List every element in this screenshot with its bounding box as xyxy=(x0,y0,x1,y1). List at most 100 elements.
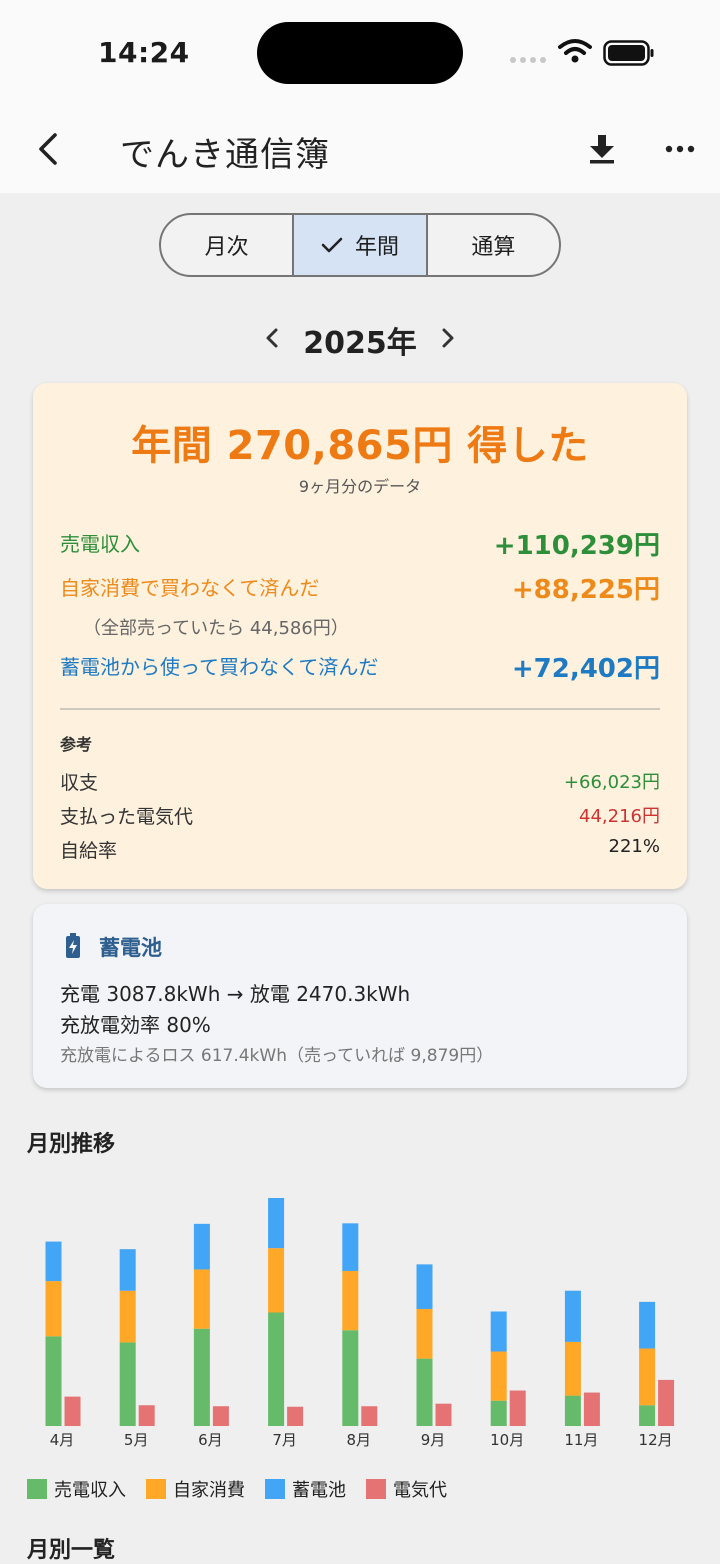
battery-card-title: 蓄電池 xyxy=(99,936,162,960)
legend-label: 蓄電池 xyxy=(292,1480,346,1501)
bar-electricity-cost xyxy=(138,1405,155,1426)
bar-self-consumption xyxy=(119,1290,136,1343)
bar-self-consumption xyxy=(268,1248,285,1313)
legend-swatch xyxy=(366,1479,386,1499)
x-tick-label: 11月 xyxy=(564,1431,598,1449)
bar-battery xyxy=(564,1290,581,1342)
bar-electricity-cost xyxy=(212,1406,229,1426)
x-tick-label: 5月 xyxy=(124,1431,149,1449)
bar-self-consumption xyxy=(342,1270,359,1331)
bar-electricity-cost xyxy=(287,1406,304,1426)
bar-sale xyxy=(45,1336,62,1426)
app-bar: でんき通信簿 xyxy=(0,105,720,193)
bar-electricity-cost xyxy=(435,1403,452,1426)
segment-label: 月次 xyxy=(204,235,249,260)
bar-battery xyxy=(416,1264,433,1309)
segment-label: 通算 xyxy=(471,235,516,260)
x-tick-label: 12月 xyxy=(639,1431,673,1449)
bar-sale xyxy=(564,1395,581,1426)
download-icon xyxy=(590,135,614,164)
battery-icon xyxy=(603,40,654,66)
self-sufficiency-row: 自給率 221% xyxy=(60,836,660,862)
dynamic-island xyxy=(257,22,463,84)
chevron-left-icon xyxy=(39,133,57,165)
status-bar: 14:24 xyxy=(0,0,720,105)
bar-sale xyxy=(119,1342,136,1426)
bar-self-consumption xyxy=(45,1281,62,1337)
balance-row: 収支 +66,023円 xyxy=(60,768,660,794)
bar-electricity-cost xyxy=(64,1396,81,1426)
bar-sale xyxy=(342,1330,359,1426)
battery-charging-icon xyxy=(66,933,80,958)
legend-swatch xyxy=(265,1479,285,1499)
self-sufficiency-value: 221% xyxy=(608,836,660,857)
x-tick-label: 10月 xyxy=(490,1431,524,1449)
bar-self-consumption xyxy=(564,1341,581,1396)
x-tick-label: 8月 xyxy=(347,1431,372,1449)
next-year-button[interactable] xyxy=(432,320,464,356)
back-button[interactable] xyxy=(28,127,68,171)
legend-swatch xyxy=(27,1479,47,1499)
legend-label: 電気代 xyxy=(393,1480,447,1501)
bar-sale xyxy=(639,1405,656,1426)
status-time: 14:24 xyxy=(98,36,190,69)
bar-self-consumption xyxy=(639,1348,656,1406)
previous-year-button[interactable] xyxy=(256,320,288,356)
monthly-list-title: 月別一覧 xyxy=(27,1538,116,1563)
charge-discharge-text: 充電 3087.8kWh → 放電 2470.3kWh xyxy=(60,982,411,1006)
battery-savings-label: 蓄電池から使って買わなくて済んだ xyxy=(60,655,379,679)
bar-battery xyxy=(639,1301,656,1349)
self-consumption-value: +88,225円 xyxy=(511,575,660,605)
bar-electricity-cost xyxy=(361,1406,378,1426)
legend-label: 売電収入 xyxy=(54,1480,126,1501)
balance-label: 収支 xyxy=(60,772,99,794)
legend-item-self: 自家消費 xyxy=(146,1476,245,1502)
bar-battery xyxy=(490,1311,507,1352)
bar-battery xyxy=(193,1223,210,1270)
efficiency-text: 充放電効率 80% xyxy=(60,1013,211,1037)
segment-label: 年間 xyxy=(354,235,399,260)
x-tick-label: 7月 xyxy=(272,1431,297,1449)
sale-income-value: +110,239円 xyxy=(493,531,660,561)
self-consumption-row: 自家消費で買わなくて済んだ +88,225円 xyxy=(60,572,660,605)
bar-battery xyxy=(119,1249,136,1291)
sale-income-label: 売電収入 xyxy=(60,532,140,556)
paid-electricity-label: 支払った電気代 xyxy=(60,806,194,828)
sale-income-row: 売電収入 +110,239円 xyxy=(60,528,660,561)
bar-self-consumption xyxy=(416,1308,433,1359)
more-horizontal-icon xyxy=(665,145,695,153)
cellular-signal-icon xyxy=(510,57,546,63)
segment-total[interactable]: 通算 xyxy=(428,215,559,275)
bar-sale xyxy=(193,1328,210,1426)
check-icon xyxy=(321,237,343,253)
download-button[interactable] xyxy=(582,127,622,171)
self-consumption-label: 自家消費で買わなくて済んだ xyxy=(60,576,320,600)
wifi-icon xyxy=(558,39,592,63)
self-consumption-note: （全部売っていたら 44,586円） xyxy=(83,618,349,639)
paid-electricity-row: 支払った電気代 44,216円 xyxy=(60,802,660,828)
year-label: 2025年 xyxy=(303,326,417,361)
annual-summary-card: 年間 270,865円 得した 9ヶ月分のデータ 売電収入 +110,239円 … xyxy=(33,383,687,889)
monthly-trend-chart: 4月 5月 6月 7月 8月 9月 10月 11月 12月 xyxy=(45,1198,675,1449)
segment-monthly[interactable]: 月次 xyxy=(161,215,295,275)
segment-yearly[interactable]: 年間 xyxy=(294,215,428,275)
legend-item-sale: 売電収入 xyxy=(27,1476,126,1502)
bar-sale xyxy=(490,1400,507,1426)
more-options-button[interactable] xyxy=(660,127,700,171)
legend-swatch xyxy=(146,1479,166,1499)
legend-label: 自家消費 xyxy=(173,1480,245,1501)
bar-self-consumption xyxy=(193,1269,210,1329)
year-navigator: 2025年 xyxy=(0,310,720,366)
bar-battery xyxy=(342,1223,359,1271)
chevron-right-icon xyxy=(442,328,454,348)
loss-text: 充放電によるロス 617.4kWh（売っていれば 9,879円） xyxy=(60,1046,494,1066)
bar-electricity-cost xyxy=(583,1392,600,1426)
bar-sale xyxy=(268,1312,285,1426)
data-months-note: 9ヶ月分のデータ xyxy=(298,477,422,496)
legend-item-battery: 蓄電池 xyxy=(265,1476,346,1502)
chart-legend: 売電収入 自家消費 蓄電池 電気代 xyxy=(27,1476,467,1502)
chevron-left-icon xyxy=(266,328,278,348)
reference-title: 参考 xyxy=(60,735,93,754)
bar-battery xyxy=(268,1198,285,1249)
x-tick-label: 9月 xyxy=(421,1431,446,1449)
